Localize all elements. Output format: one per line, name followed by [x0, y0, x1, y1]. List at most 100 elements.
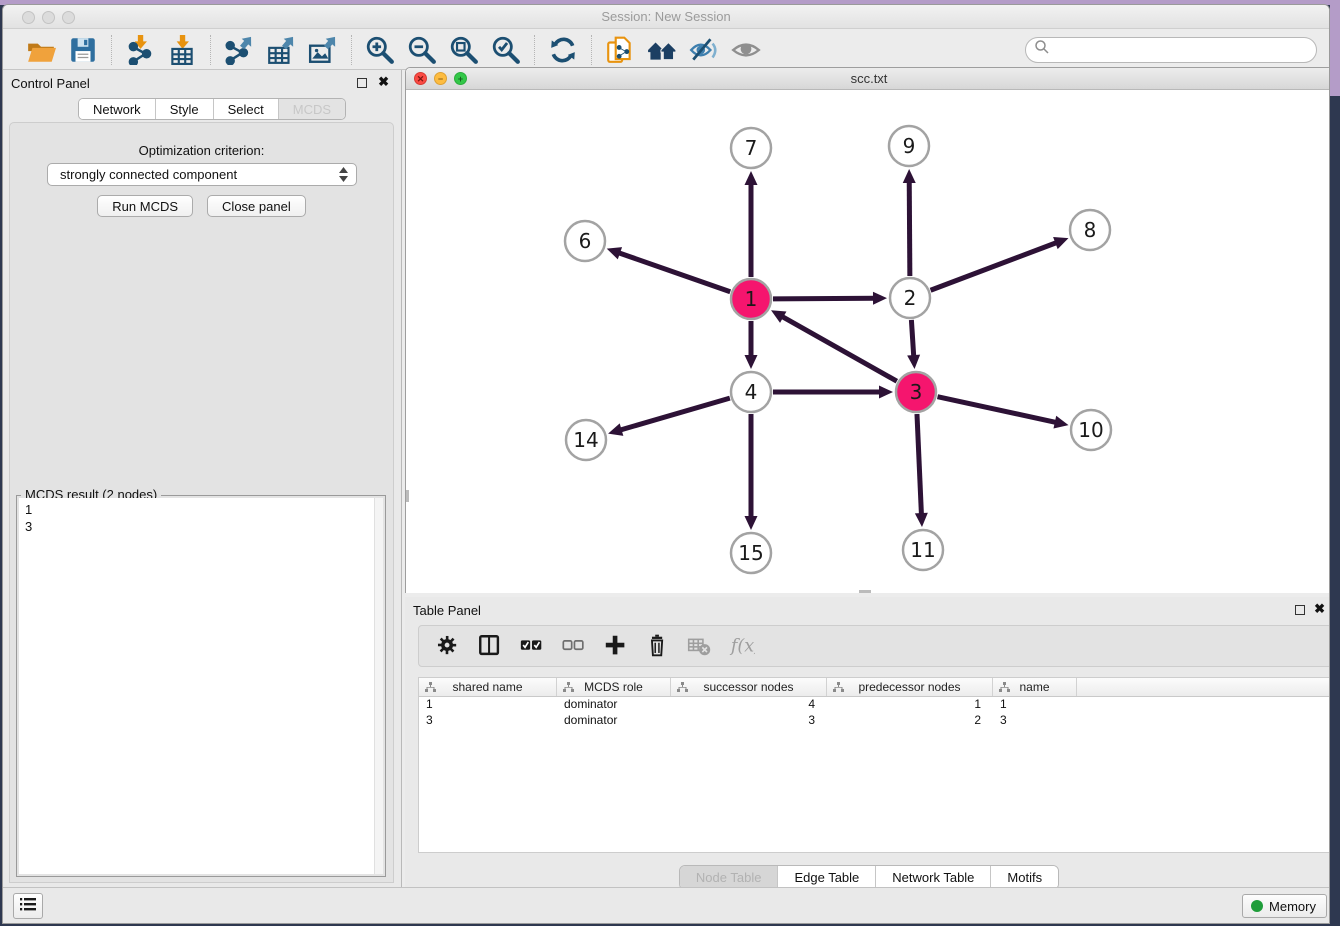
tab-mcds[interactable]: MCDS	[279, 99, 345, 119]
graph-node-7[interactable]: 7	[731, 128, 771, 168]
tab-network[interactable]: Network	[79, 99, 156, 119]
import-network-icon[interactable]	[125, 35, 155, 65]
mcds-result-list[interactable]: 13	[19, 498, 383, 874]
zoom-selected-icon[interactable]	[491, 35, 521, 65]
edge-2-9[interactable]	[909, 180, 910, 276]
select-all-icon[interactable]	[519, 633, 545, 659]
result-scrollbar[interactable]	[374, 498, 383, 874]
graph-node-8[interactable]: 8	[1070, 210, 1110, 250]
graph-node-6[interactable]: 6	[565, 221, 605, 261]
tab-network-table[interactable]: Network Table	[876, 866, 991, 889]
graph-node-11[interactable]: 11	[903, 530, 943, 570]
criterion-selected-value: strongly connected component	[60, 167, 237, 182]
memory-button[interactable]: Memory	[1242, 894, 1327, 918]
edge-1-6[interactable]	[617, 252, 730, 292]
table-cell[interactable]: 1	[993, 697, 1077, 713]
graph-node-10[interactable]: 10	[1071, 410, 1111, 450]
result-item[interactable]: 3	[25, 518, 383, 535]
zoom-in-icon[interactable]	[365, 35, 395, 65]
horizontal-scrollbar-thumb[interactable]	[859, 590, 871, 593]
network-canvas[interactable]: 7 9 6 8 1 2 4 3 14 10 15 11	[406, 90, 1330, 593]
export-network-icon[interactable]	[224, 35, 254, 65]
export-image-icon[interactable]	[308, 35, 338, 65]
graph-node-1[interactable]: 1	[731, 279, 771, 319]
search-input[interactable]	[1050, 40, 1316, 60]
memory-label: Memory	[1269, 899, 1316, 914]
result-item[interactable]: 1	[25, 501, 383, 518]
float-panel-icon[interactable]	[357, 78, 367, 88]
clone-network-icon[interactable]	[605, 35, 635, 65]
graph-node-2[interactable]: 2	[890, 278, 930, 318]
run-mcds-button[interactable]: Run MCDS	[97, 195, 193, 217]
column-header-successor-nodes[interactable]: successor nodes	[671, 678, 827, 696]
add-row-icon[interactable]	[603, 633, 629, 659]
edge-2-8[interactable]	[931, 242, 1059, 290]
toggle-columns-icon[interactable]	[477, 633, 503, 659]
tab-select[interactable]: Select	[214, 99, 279, 119]
settings-gear-icon[interactable]	[435, 633, 461, 659]
vertical-scrollbar-thumb[interactable]	[406, 490, 409, 502]
graph-node-14[interactable]: 14	[566, 420, 606, 460]
table-close-panel-icon[interactable]: ✖	[1314, 602, 1325, 616]
graph-node-9[interactable]: 9	[889, 126, 929, 166]
open-session-icon[interactable]	[26, 35, 56, 65]
edge-3-10[interactable]	[937, 397, 1057, 423]
table-cell[interactable]: dominator	[557, 697, 671, 713]
edge-3-11[interactable]	[917, 414, 922, 516]
svg-text:14: 14	[573, 428, 598, 452]
table-cell[interactable]: 2	[827, 713, 993, 729]
control-panel-tabs: NetworkStyleSelectMCDS	[78, 98, 346, 120]
table-panel-title: Table Panel	[413, 603, 481, 618]
table-row[interactable]: 3dominator323	[419, 713, 1330, 729]
tab-style[interactable]: Style	[156, 99, 214, 119]
graph-node-4[interactable]: 4	[731, 372, 771, 412]
arrowhead-2-9	[903, 169, 916, 183]
graph-node-15[interactable]: 15	[731, 533, 771, 573]
tab-node-table[interactable]: Node Table	[680, 866, 779, 889]
nested-networks-icon[interactable]	[647, 35, 677, 65]
optimization-criterion-label: Optimization criterion:	[10, 143, 393, 158]
export-table-icon[interactable]	[266, 35, 296, 65]
column-header-name[interactable]: name	[993, 678, 1077, 696]
graphics-details-icon[interactable]	[689, 35, 719, 65]
save-session-icon[interactable]	[68, 35, 98, 65]
tab-motifs[interactable]: Motifs	[991, 866, 1058, 889]
refresh-icon[interactable]	[548, 35, 578, 65]
svg-text:10: 10	[1078, 418, 1103, 442]
table-float-panel-icon[interactable]	[1295, 605, 1305, 615]
table-cell[interactable]: 4	[671, 697, 827, 713]
close-panel-icon[interactable]: ✖	[378, 75, 389, 89]
table-cell[interactable]: dominator	[557, 713, 671, 729]
zoom-out-icon[interactable]	[407, 35, 437, 65]
task-history-button[interactable]	[13, 893, 43, 919]
edge-4-14[interactable]	[619, 398, 730, 430]
tab-edge-table[interactable]: Edge Table	[778, 866, 876, 889]
graph-node-3[interactable]: 3	[896, 372, 936, 412]
control-panel: Control Panel ✖ NetworkStyleSelectMCDS O…	[3, 70, 402, 887]
column-header-MCDS-role[interactable]: MCDS role	[557, 678, 671, 696]
search-field[interactable]	[1025, 37, 1317, 63]
network-view-window: ✕ − + scc.txt 7 9 6 8 1 2 4 3 14 10 15 11	[405, 67, 1330, 593]
import-table-icon[interactable]	[167, 35, 197, 65]
table-row[interactable]: 1dominator411	[419, 697, 1330, 713]
column-header-predecessor-nodes[interactable]: predecessor nodes	[827, 678, 993, 696]
search-icon	[1034, 39, 1050, 60]
node-table: shared nameMCDS rolesuccessor nodesprede…	[418, 677, 1330, 853]
table-cell[interactable]: 3	[993, 713, 1077, 729]
edge-1-2[interactable]	[773, 298, 876, 299]
criterion-dropdown[interactable]: strongly connected component	[47, 163, 357, 186]
arrowhead-2-8	[1053, 237, 1068, 249]
close-panel-button[interactable]: Close panel	[207, 195, 306, 217]
arrowhead-3-11	[915, 513, 928, 527]
deselect-all-icon[interactable]	[561, 633, 587, 659]
edge-3-1[interactable]	[781, 316, 897, 382]
table-cell[interactable]: 1	[827, 697, 993, 713]
table-cell[interactable]: 3	[419, 713, 557, 729]
network-window-titlebar: ✕ − + scc.txt	[406, 68, 1330, 90]
delete-row-icon[interactable]	[645, 633, 671, 659]
edge-2-3[interactable]	[911, 320, 913, 358]
table-cell[interactable]: 3	[671, 713, 827, 729]
column-header-shared-name[interactable]: shared name	[419, 678, 557, 696]
table-cell[interactable]: 1	[419, 697, 557, 713]
zoom-fit-icon[interactable]	[449, 35, 479, 65]
